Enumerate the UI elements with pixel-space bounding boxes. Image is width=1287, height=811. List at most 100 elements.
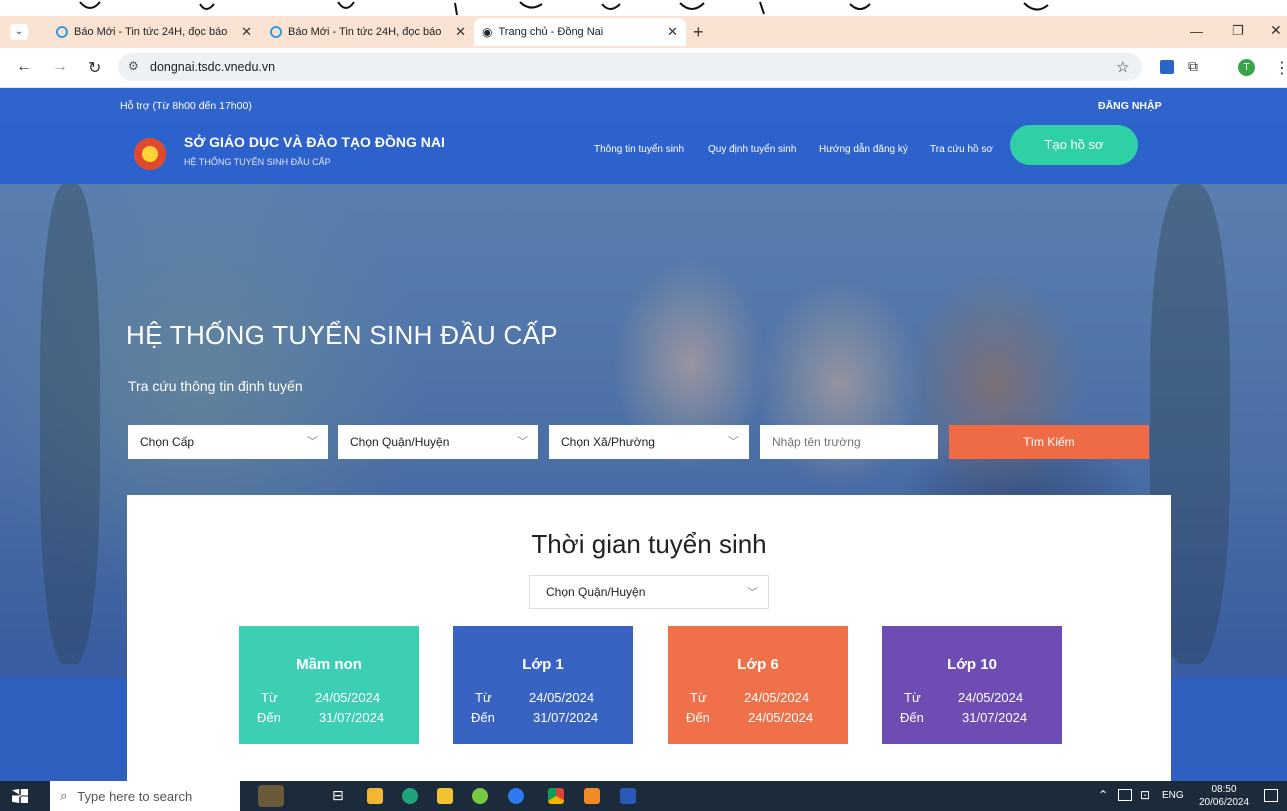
clock-date: 20/06/2024: [1198, 797, 1250, 808]
create-profile-button[interactable]: Tạo hồ sơ: [1010, 125, 1138, 165]
support-bar: Hỗ trợ (Từ 8h00 đến 17h00) ĐĂNG NHẬP: [0, 88, 1287, 124]
district-select-value: Chọn Quận/Huyện: [350, 435, 450, 449]
baomoi-favicon-icon: [56, 26, 68, 38]
chrome-icon[interactable]: [548, 788, 564, 804]
to-date: 31/07/2024: [962, 710, 1028, 725]
site-info-icon[interactable]: ⚙: [128, 59, 139, 73]
from-label: Từ: [475, 690, 492, 705]
to-label: Đến: [471, 710, 495, 725]
level-box-grade-1[interactable]: Lớp 1 Từ 24/05/2024 Đến 31/07/2024: [453, 626, 633, 744]
clock-time: 08:50: [1211, 784, 1237, 795]
from-date: 24/05/2024: [529, 690, 595, 705]
district-select[interactable]: Chọn Quận/Huyện ﹀: [338, 425, 538, 459]
chevron-down-icon: ﹀: [307, 436, 318, 448]
to-label: Đến: [900, 710, 924, 725]
to-date: 31/07/2024: [319, 710, 385, 725]
windows-start-icon[interactable]: [12, 789, 28, 803]
ward-select[interactable]: Chọn Xã/Phường ﹀: [549, 425, 749, 459]
schedule-title: Thời gian tuyển sinh: [531, 529, 767, 559]
globe-favicon-icon: ◉: [482, 25, 493, 39]
system-name: HỆ THỐNG TUYỂN SINH ĐẦU CẤP: [184, 157, 331, 167]
to-date: 31/07/2024: [533, 710, 599, 725]
nav-registration-guide[interactable]: Hướng dẫn đăng ký: [819, 144, 908, 155]
file-explorer-icon[interactable]: [437, 788, 453, 804]
search-icon: ⌕: [60, 788, 68, 803]
close-tab-icon[interactable]: ✕: [241, 24, 252, 40]
level-select-value: Chọn Cấp: [140, 435, 195, 449]
schedule-district-select[interactable]: Chọn Quận/Huyện ﹀: [529, 575, 769, 609]
tray-chevron-up-icon[interactable]: ⌃: [1098, 788, 1108, 802]
chevron-down-icon: ﹀: [728, 436, 739, 448]
level-name: Lớp 1: [522, 656, 564, 673]
taskbar-search-placeholder: Type here to search: [77, 788, 193, 804]
restore-icon[interactable]: ❐: [1232, 23, 1244, 39]
profile-avatar[interactable]: T: [1238, 59, 1255, 76]
task-view-icon[interactable]: ⊟: [332, 787, 344, 804]
extension-download-icon[interactable]: [1160, 60, 1174, 74]
edge-browser-icon[interactable]: [402, 788, 418, 804]
tray-app-icon[interactable]: [1118, 789, 1132, 801]
app-icon[interactable]: [584, 788, 600, 804]
to-label: Đến: [257, 710, 281, 725]
to-date: 24/05/2024: [748, 710, 814, 725]
browser-menu-icon[interactable]: ⋮: [1274, 58, 1287, 78]
close-tab-icon[interactable]: ✕: [455, 24, 466, 40]
org-name: SỞ GIÁO DỤC VÀ ĐÀO TẠO ĐỒNG NAI: [184, 134, 445, 150]
nav-admission-rules[interactable]: Quy định tuyển sinh: [708, 144, 796, 155]
news-widget-icon[interactable]: [258, 785, 284, 807]
tab-dongnai[interactable]: ◉ Trang chủ - Đồng Nai ✕: [474, 18, 686, 46]
new-tab-button[interactable]: +: [693, 22, 704, 43]
hero-title: HỆ THỐNG TUYỂN SINH ĐẦU CẤP: [126, 320, 558, 350]
from-label: Từ: [904, 690, 921, 705]
nav-lookup-profile[interactable]: Tra cứu hồ sơ: [930, 144, 993, 155]
store-icon[interactable]: [367, 788, 383, 804]
extensions-puzzle-icon[interactable]: ⧉: [1188, 58, 1198, 75]
from-date: 24/05/2024: [958, 690, 1024, 705]
clock[interactable]: 08:50 20/06/2024: [1196, 783, 1252, 809]
tab-search-chevron-icon[interactable]: ⌄: [10, 24, 28, 40]
tab-title: Báo Mới - Tin tức 24H, đọc báo: [74, 26, 228, 38]
baomoi-favicon-icon: [270, 26, 282, 38]
from-date: 24/05/2024: [744, 690, 810, 705]
level-box-preschool[interactable]: Mầm non Từ 24/05/2024 Đến 31/07/2024: [239, 626, 419, 744]
level-select[interactable]: Chọn Cấp ﹀: [128, 425, 328, 459]
login-link[interactable]: ĐĂNG NHẬP: [1098, 100, 1162, 112]
windows-taskbar: ⌕ Type here to search ⊟ ⌃ ⊡ ENG 08:50 20…: [0, 781, 1287, 811]
word-icon[interactable]: [620, 788, 636, 804]
school-name-input[interactable]: [760, 425, 938, 459]
back-icon[interactable]: ←: [16, 58, 32, 76]
website-viewport: Hỗ trợ (Từ 8h00 đến 17h00) ĐĂNG NHẬP SỞ …: [0, 88, 1287, 781]
national-emblem-logo: [134, 138, 166, 170]
browser-tab-strip: ⌄ Báo Mới - Tin tức 24H, đọc báo ✕ Báo M…: [0, 16, 1287, 48]
schedule-district-value: Chọn Quận/Huyện: [546, 585, 646, 599]
language-indicator[interactable]: ENG: [1162, 790, 1184, 801]
level-box-grade-6[interactable]: Lớp 6 Từ 24/05/2024 Đến 24/05/2024: [668, 626, 848, 744]
url-text: dongnai.tsdc.vnedu.vn: [150, 60, 276, 74]
zalo-icon[interactable]: [508, 788, 524, 804]
handwriting-strokes: [79, 1, 1049, 16]
close-tab-icon[interactable]: ✕: [667, 24, 678, 40]
tab-baomoi-1[interactable]: Báo Mới - Tin tức 24H, đọc báo ✕: [48, 18, 260, 46]
from-date: 24/05/2024: [315, 690, 381, 705]
search-button[interactable]: Tìm Kiếm: [949, 425, 1149, 459]
reload-icon[interactable]: ↻: [88, 58, 101, 78]
hero-tree-trunk: [40, 184, 100, 664]
notification-center-icon[interactable]: [1264, 789, 1278, 802]
from-label: Từ: [261, 690, 278, 705]
minimize-icon[interactable]: —: [1190, 24, 1203, 39]
network-icon[interactable]: ⊡: [1140, 788, 1150, 802]
forward-icon[interactable]: →: [52, 58, 68, 76]
tab-baomoi-2[interactable]: Báo Mới - Tin tức 24H, đọc báo ✕: [262, 18, 474, 46]
close-window-icon[interactable]: ✕: [1270, 22, 1282, 39]
level-box-grade-10[interactable]: Lớp 10 Từ 24/05/2024 Đến 31/07/2024: [882, 626, 1062, 744]
address-bar[interactable]: ⚙ dongnai.tsdc.vnedu.vn: [118, 53, 1142, 81]
ward-select-value: Chọn Xã/Phường: [561, 435, 655, 449]
handwriting-strip: [0, 0, 1287, 16]
taskbar-search-box[interactable]: ⌕ Type here to search: [50, 781, 240, 811]
browser-toolbar: ← → ↻ ⚙ dongnai.tsdc.vnedu.vn ☆ ⧉ T ⋮: [0, 48, 1287, 88]
bookmark-star-icon[interactable]: ☆: [1116, 58, 1129, 76]
tab-title: Báo Mới - Tin tức 24H, đọc báo: [288, 26, 442, 38]
level-name: Lớp 6: [737, 656, 779, 673]
nav-admission-info[interactable]: Thông tin tuyển sinh: [594, 144, 684, 155]
app-icon[interactable]: [472, 788, 488, 804]
